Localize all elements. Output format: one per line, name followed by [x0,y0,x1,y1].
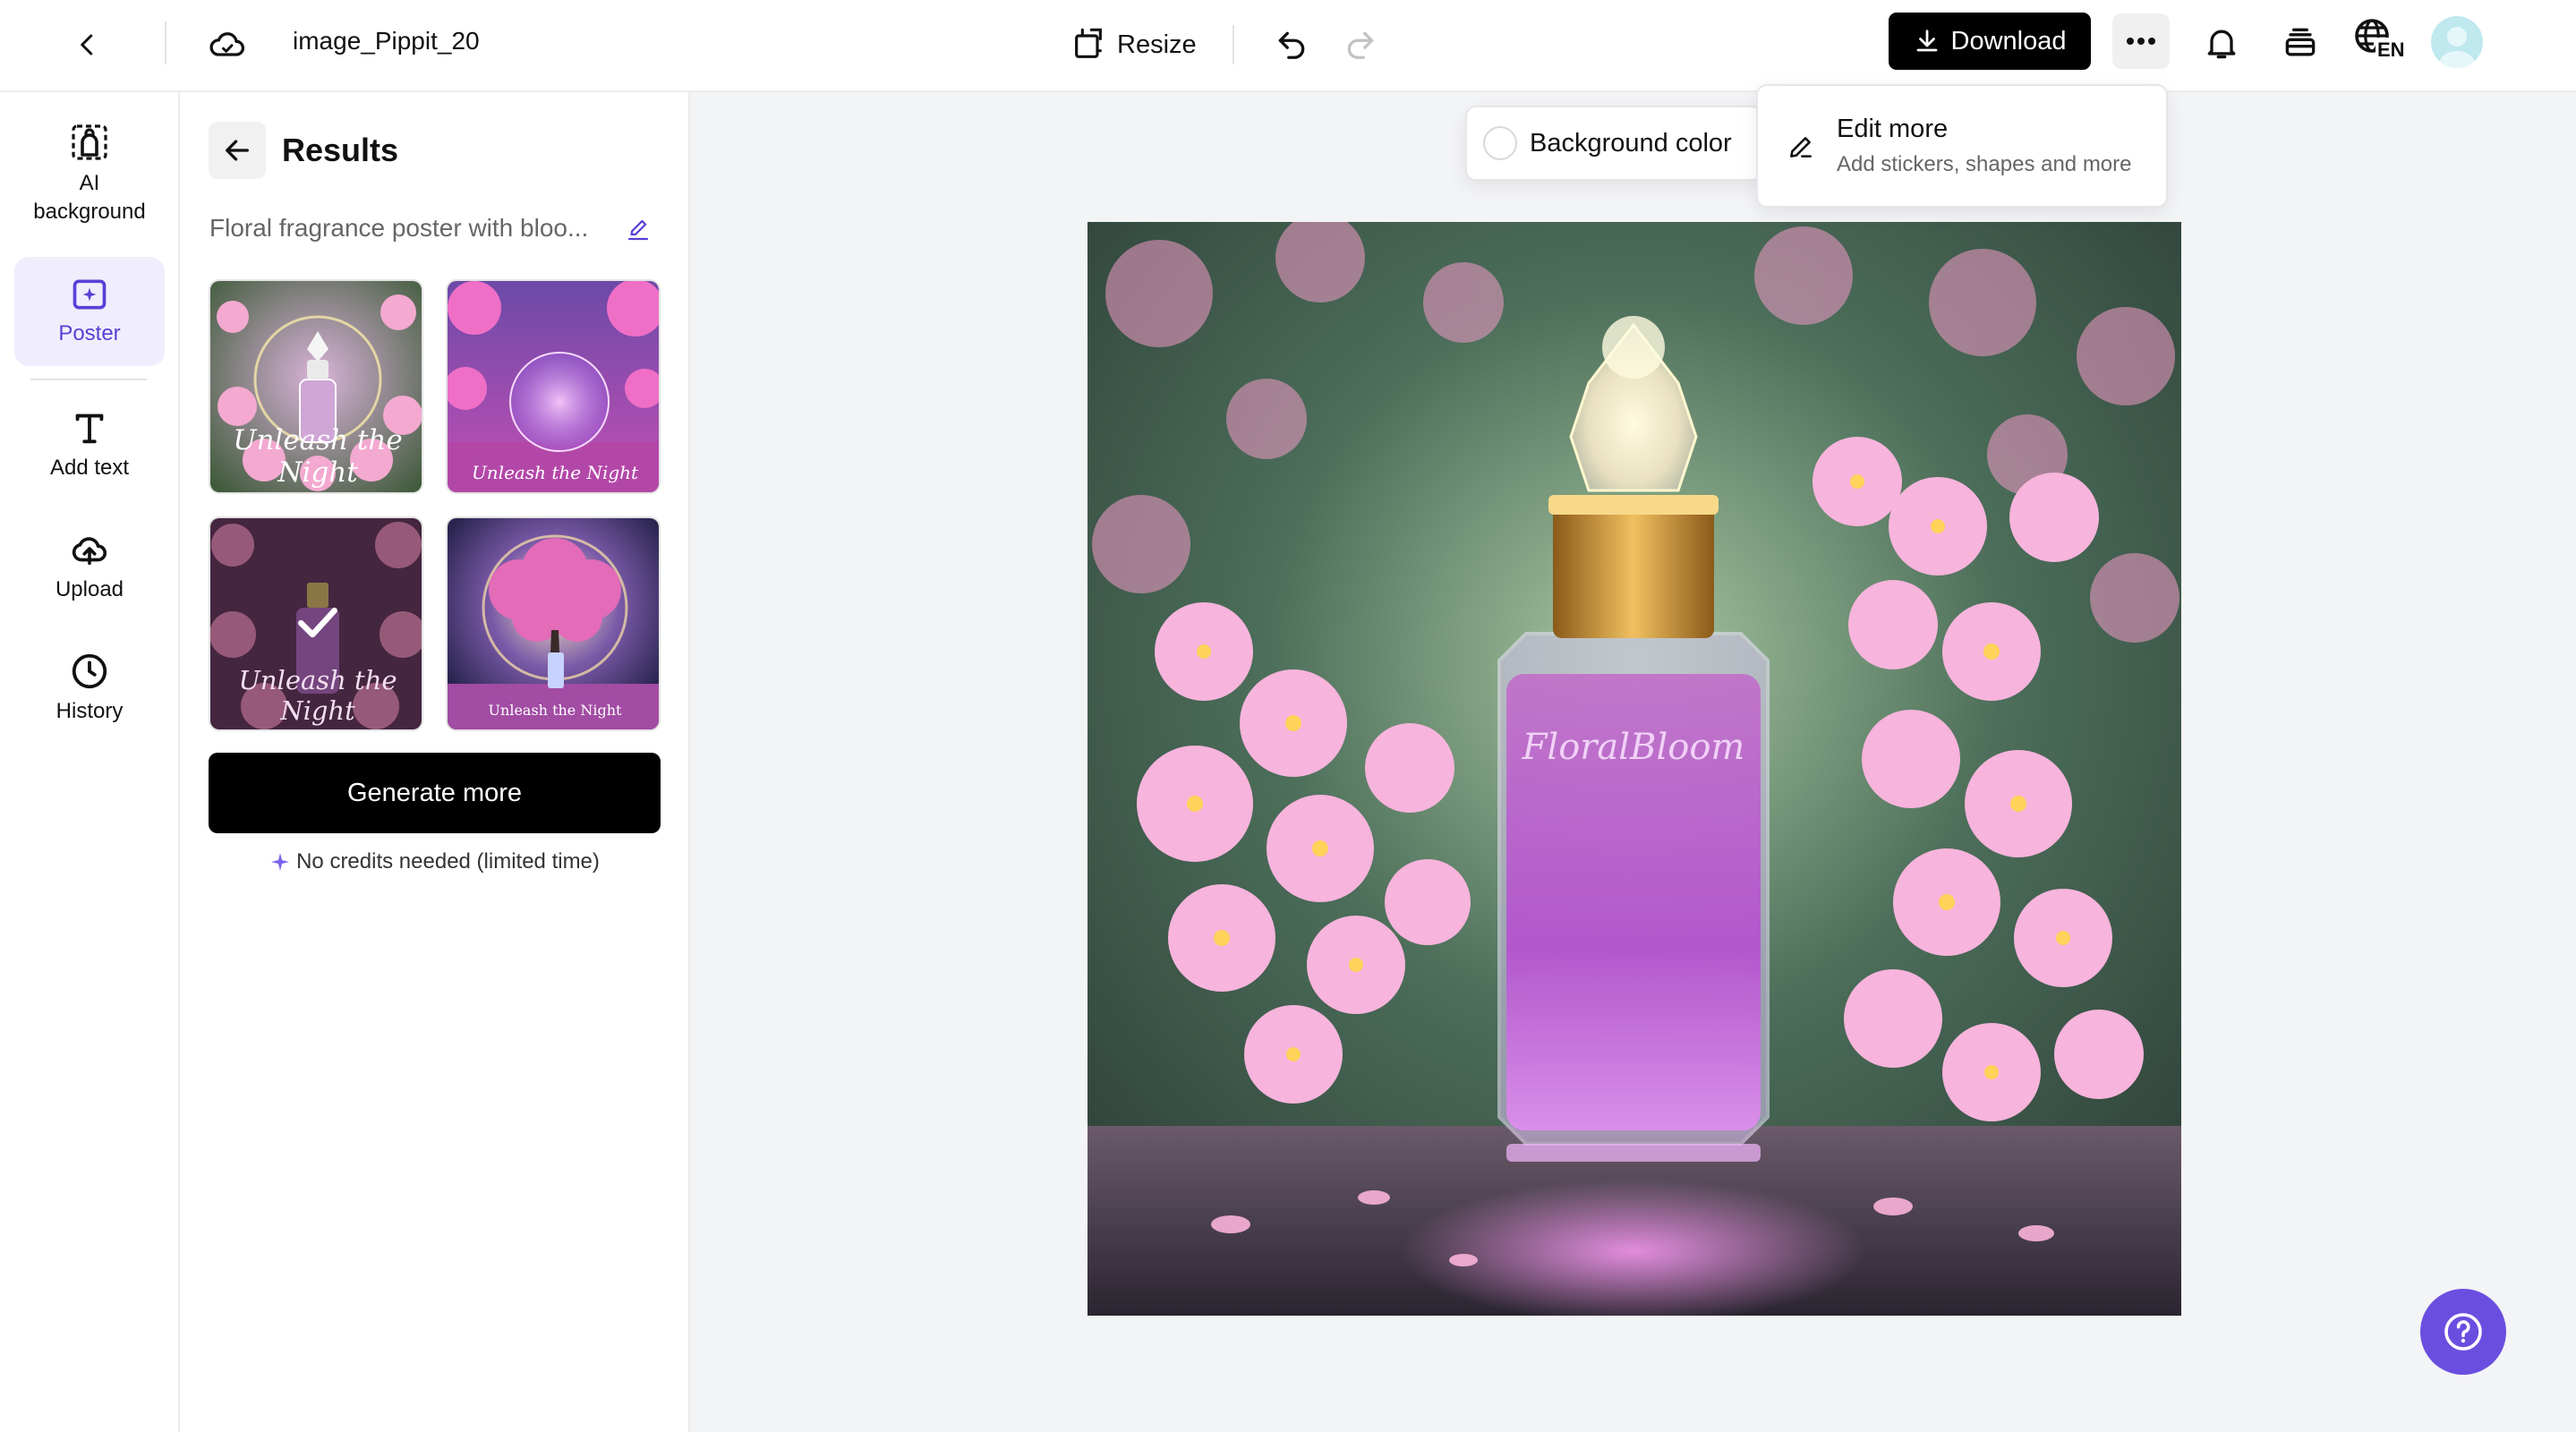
back-chevron-icon[interactable] [63,20,113,70]
undo-icon[interactable] [1267,20,1317,70]
top-bar: image_Pippit_20 Resize Download EN [0,0,2576,92]
credits-note: No credits needed (limited time) [209,842,661,882]
check-icon [293,597,343,647]
help-button[interactable] [2420,1289,2506,1375]
pencil-icon [1787,132,1815,161]
user-avatar-icon [2439,27,2475,68]
background-color-label: Background color [1530,128,1732,158]
download-label: Download [1950,26,2067,55]
sparkle-icon [271,853,290,871]
question-mark-icon [2444,1313,2482,1351]
panel-title: Results [282,132,399,168]
panel-back-button[interactable] [209,122,266,179]
thumbnail-caption: Unleash the Night [238,665,397,726]
ai-background-icon [14,121,165,164]
results-panel: Results Floral fragrance poster with blo… [180,92,690,1432]
thumbnail-caption: Unleash the Night [233,424,403,489]
resize-label: Resize [1117,30,1197,59]
redo-icon[interactable] [1335,20,1386,70]
canvas-area: Background color FloralBloom [690,92,2576,1432]
nav-divider [30,379,147,380]
left-nav: AI background Poster Add text Upload His… [0,92,180,1432]
thumbnail-caption: Unleash the Night [471,462,639,483]
nav-item-upload[interactable]: Upload [14,529,165,627]
more-dots-icon [2127,38,2155,45]
upload-cloud-icon [14,529,165,570]
nav-item-poster[interactable]: Poster [14,257,165,366]
thumbnail-caption: Unleash the Night [488,702,622,719]
credits-text: No credits needed (limited time) [296,849,600,874]
edit-more-title: Edit more [1837,115,1949,143]
bell-icon[interactable] [2195,16,2248,70]
result-thumbnail[interactable]: Unleash the Night [209,279,423,494]
resize-icon [1075,28,1102,58]
clock-icon [14,651,165,692]
poster-image[interactable]: FloralBloom [1088,222,2181,1316]
nav-label: Add text [49,456,130,480]
language-switcher[interactable]: EN [2352,16,2410,70]
text-icon [14,407,165,448]
arrow-left-icon [226,140,249,161]
cloud-sync-icon[interactable] [202,20,252,70]
color-swatch [1483,126,1517,160]
nav-label: History [55,699,124,723]
divider [1233,25,1234,64]
nav-item-ai-background[interactable]: AI background [14,121,165,237]
result-thumbnail-selected[interactable]: Unleash the Night [209,516,423,731]
result-thumbnail[interactable]: Unleash the Night [446,516,661,731]
resize-button[interactable]: Resize [1070,20,1197,70]
language-badge: EN [2376,38,2407,63]
background-color-button[interactable]: Background color [1465,106,1762,181]
divider [165,21,166,64]
edit-more-menu-item[interactable]: Edit more Add stickers, shapes and more [1756,84,2168,208]
nav-label: Poster [58,321,121,345]
download-icon [1916,30,1937,52]
prompt-text: Floral fragrance poster with bloo... [209,214,589,242]
avatar[interactable] [2431,16,2483,68]
download-button[interactable]: Download [1889,13,2091,70]
nav-label: AI background [33,171,146,224]
layers-stack-icon[interactable] [2273,16,2327,70]
result-thumbnail[interactable]: Unleash the Night [446,279,661,494]
edit-more-subtitle: Add stickers, shapes and more [1837,152,2132,176]
generate-more-button[interactable]: Generate more [209,753,661,833]
edit-prompt-icon[interactable] [618,210,658,250]
more-options-button[interactable] [2112,13,2170,69]
bottle-label: FloralBloom [1522,727,1745,768]
nav-label: Upload [55,577,124,601]
nav-item-add-text[interactable]: Add text [14,407,165,506]
nav-item-history[interactable]: History [14,651,165,749]
file-name[interactable]: image_Pippit_20 [293,23,480,59]
poster-icon [14,275,165,314]
